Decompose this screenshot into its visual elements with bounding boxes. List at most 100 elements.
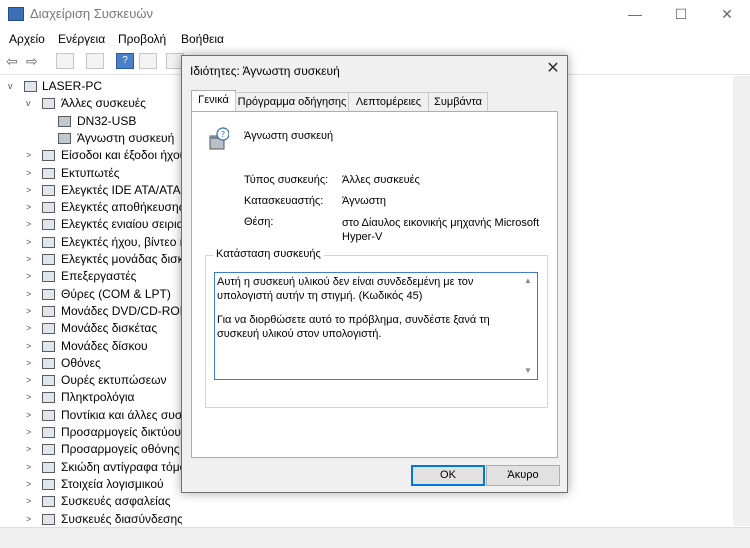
tab-general[interactable]: Γενικά [191,90,236,112]
tree-item[interactable]: > Στοιχεία λογισμικού [0,476,182,493]
back-arrow-icon[interactable]: ⇦ [6,53,18,70]
tree-item[interactable]: v Άλλες συσκευές [0,95,182,112]
tree-item[interactable]: > Προσαρμογείς οθόνης [0,441,182,458]
menu-help[interactable]: Βοήθεια [181,32,224,46]
tab-driver[interactable]: Πρόγραμμα οδήγησης [235,92,349,111]
device-status-textbox[interactable]: Αυτή η συσκευή υλικού δεν είναι συνδεδεμ… [214,272,538,380]
maximize-button[interactable]: ☐ [658,0,704,28]
tree-item[interactable]: > Ουρές εκτυπώσεων [0,372,182,389]
tree-item-label: Θύρες (COM & LPT) [61,286,171,301]
device-category-icon [42,357,55,369]
computer-icon [24,81,37,92]
tree-item-label: Ελεγκτές ενιαίου σειριακού [61,217,182,232]
menu-file[interactable]: Αρχείο [9,32,45,46]
expand-chevron-icon[interactable]: > [26,511,31,527]
tree-item[interactable]: > Ελεγκτές ήχου, βίντεο και [0,234,182,251]
device-category-icon [42,202,55,214]
tree-scrollbar[interactable] [733,76,750,526]
device-type-label: Τύπος συσκευής: [244,174,329,186]
expand-chevron-icon[interactable]: > [26,372,31,389]
expand-chevron-icon[interactable]: > [26,459,31,476]
scroll-up-icon[interactable]: ▲ [524,276,532,285]
expand-chevron-icon[interactable]: > [26,338,31,355]
expand-chevron-icon[interactable]: > [26,216,31,233]
tree-item[interactable]: > Ελεγκτές αποθήκευσης [0,199,182,216]
tree-item[interactable]: > Ελεγκτές μονάδας δισκέτας [0,251,182,268]
collapse-chevron-icon[interactable]: v [26,95,31,112]
tree-item[interactable]: > Ποντίκια και άλλες συσκευές [0,407,182,424]
cancel-button[interactable]: Άκυρο [486,465,560,486]
tab-details[interactable]: Λεπτομέρειες [348,92,429,111]
tree-item[interactable]: > Σκιώδη αντίγραφα τόμου [0,459,182,476]
tree-item[interactable]: > Συσκευές διασύνδεσης χρήστη [0,511,182,527]
expand-chevron-icon[interactable]: > [26,199,31,216]
expand-chevron-icon[interactable]: > [26,234,31,251]
expand-chevron-icon[interactable]: > [26,424,31,441]
tree-item[interactable]: > Μονάδες δίσκου [0,338,182,355]
ok-button[interactable]: OK [411,465,485,486]
status-scrollbar[interactable]: ▲ ▼ [521,273,537,379]
device-category-icon [42,236,55,248]
expand-chevron-icon[interactable]: > [26,493,31,510]
device-category-icon [42,513,55,525]
expand-chevron-icon[interactable]: > [26,476,31,493]
tree-item[interactable]: > Εκτυπωτές [0,165,182,182]
expand-chevron-icon[interactable]: > [26,389,31,406]
properties-icon[interactable] [86,53,104,69]
tree-item[interactable]: > Μονάδες δισκέτας [0,320,182,337]
tree-root[interactable]: v LASER-PC [0,78,182,95]
update-driver-icon[interactable] [139,53,157,69]
tree-item-label: Στοιχεία λογισμικού [61,476,164,491]
menu-view[interactable]: Προβολή [118,32,166,46]
dialog-close-button[interactable]: ✕ [542,58,564,80]
minimize-button[interactable]: — [612,0,658,28]
tree-item[interactable]: > Ελεγκτές IDE ATA/ATAPI [0,182,182,199]
tree-item-label: Είσοδοι και έξοδοι ήχου [61,148,182,163]
title-bar: Διαχείριση Συσκευών — ☐ ✕ [0,0,750,28]
forward-arrow-icon[interactable]: ⇨ [26,53,38,70]
tree-root-label: LASER-PC [42,79,103,93]
device-category-icon [42,271,55,283]
tree-item-label: Επεξεργαστές [61,269,137,284]
tree-item[interactable]: > Είσοδοι και έξοδοι ήχου [0,147,182,164]
unknown-device-icon [58,115,71,127]
collapse-chevron-icon[interactable]: v [8,78,13,95]
expand-chevron-icon[interactable]: > [26,355,31,372]
device-category-icon [42,305,55,317]
expand-chevron-icon[interactable]: > [26,441,31,458]
tree-item[interactable]: > Συσκευές ασφαλείας [0,493,182,510]
tree-item[interactable]: > Επεξεργαστές [0,268,182,285]
expand-chevron-icon[interactable]: > [26,286,31,303]
tree-item[interactable]: > Οθόνες [0,355,182,372]
tree-item[interactable]: DN32-USB [0,113,182,130]
device-category-icon [42,392,55,404]
device-type-value: Άλλες συσκευές [342,174,420,186]
tree-item-label: Μονάδες DVD/CD-ROM [61,303,182,318]
scroll-down-icon[interactable]: ▼ [524,366,532,375]
status-bar [0,527,750,548]
expand-chevron-icon[interactable]: > [26,320,31,337]
tree-item[interactable]: > Πληκτρολόγια [0,389,182,406]
expand-chevron-icon[interactable]: > [26,407,31,424]
device-category-icon [42,254,55,265]
device-category-icon [42,219,55,231]
tree-item[interactable]: Άγνωστη συσκευή [0,130,182,147]
expand-chevron-icon[interactable]: > [26,251,31,268]
close-button[interactable]: ✕ [704,0,750,28]
tab-events[interactable]: Συμβάντα [428,92,488,111]
show-hide-tree-icon[interactable] [56,53,74,69]
tree-item[interactable]: > Μονάδες DVD/CD-ROM [0,303,182,320]
expand-chevron-icon[interactable]: > [26,165,31,182]
device-category-icon [42,496,55,508]
expand-chevron-icon[interactable]: > [26,268,31,285]
menu-action[interactable]: Ενέργεια [58,32,105,46]
tree-item[interactable]: > Θύρες (COM & LPT) [0,286,182,303]
help-icon[interactable]: ? [116,53,134,69]
expand-chevron-icon[interactable]: > [26,303,31,320]
expand-chevron-icon[interactable]: > [26,182,31,199]
device-category-icon [42,478,55,490]
tree-item-label: Μονάδες δισκέτας [61,321,158,336]
tree-item[interactable]: > Ελεγκτές ενιαίου σειριακού [0,216,182,233]
expand-chevron-icon[interactable]: > [26,147,31,164]
tree-item[interactable]: > Προσαρμογείς δικτύου [0,424,182,441]
